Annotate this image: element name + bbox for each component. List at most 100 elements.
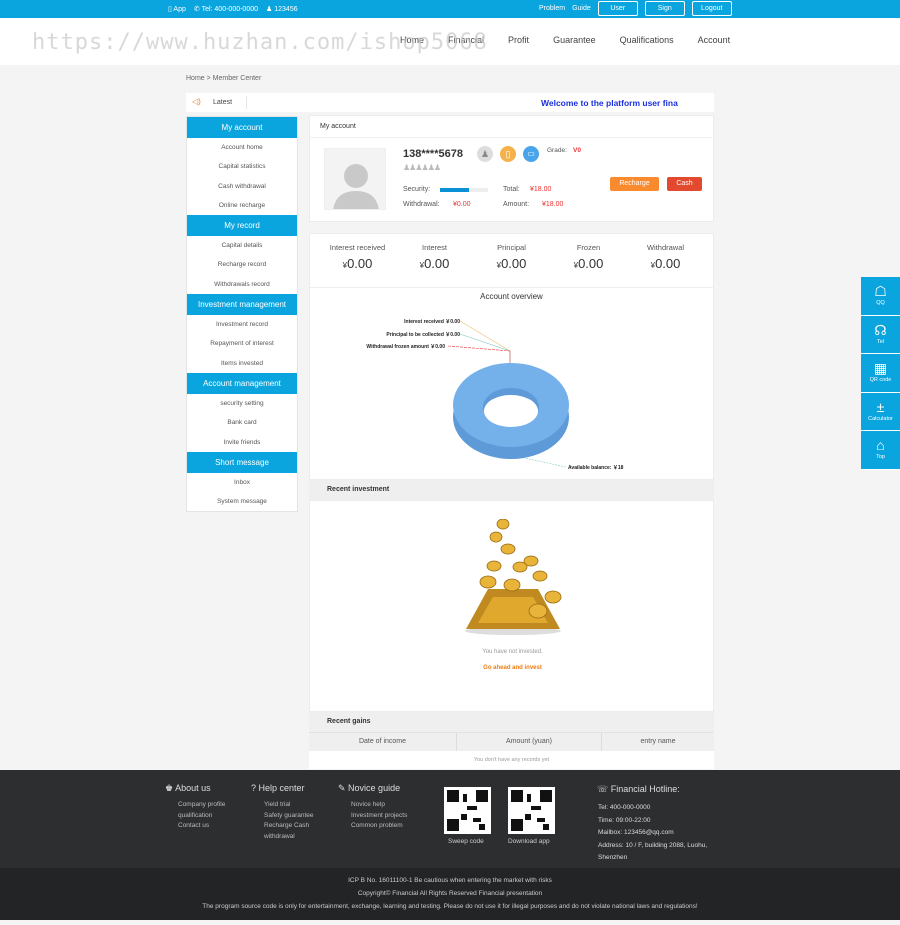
label-interest-received: Interest received ￥0.00	[404, 319, 460, 325]
stat-amount: 0.00	[655, 256, 681, 271]
sidebar-item[interactable]: Account home	[187, 138, 297, 157]
hotline-address: Address: 10 / F, building 2088, Luohu,	[598, 841, 708, 849]
footer-col-icon: ✎	[338, 783, 349, 793]
nav-qualifications[interactable]: Qualifications	[620, 35, 674, 45]
footer-link[interactable]: qualification	[178, 811, 225, 822]
stat-interest-received: Interest received ¥0.00	[319, 243, 396, 271]
identity-icon[interactable]: ♟	[477, 146, 493, 162]
stat-label: Withdrawal	[646, 243, 685, 252]
sidebar-item[interactable]: Investment record	[187, 315, 297, 334]
stat-amount: 0.00	[501, 256, 527, 271]
security-label: Security:	[403, 186, 431, 193]
footer-links: Company profile qualification Contact us	[178, 800, 225, 832]
footer-link[interactable]: Company profile	[178, 800, 225, 811]
sidebar-item[interactable]: Invite friends	[187, 433, 297, 452]
footer-link[interactable]: Common problem	[351, 821, 407, 832]
footer-col-icon: ?	[251, 783, 259, 793]
logout-button[interactable]: Logout	[691, 1, 732, 16]
sidebar-section-header[interactable]: Short message	[187, 451, 297, 473]
hotline-info: Tel: 400-000-0000 Time: 09:00-22:00 Mail…	[598, 802, 707, 865]
download-qr-code	[508, 787, 555, 834]
sidebar-item[interactable]: Capital details	[187, 236, 297, 255]
footer-col-title: ♚ About us	[165, 783, 211, 794]
sidebar-section-header[interactable]: My account	[187, 117, 297, 138]
leader-line-balance	[519, 456, 567, 468]
stat-interest: Interest ¥0.00	[396, 243, 473, 271]
divider	[310, 137, 715, 138]
float-calculator-button[interactable]: ± Calculator	[861, 393, 900, 432]
sidebar-section-header[interactable]: Investment management	[187, 294, 297, 316]
stat-value: ¥0.00	[550, 256, 627, 271]
cash-button[interactable]: Cash	[667, 177, 702, 191]
sidebar-item[interactable]: security setting	[187, 394, 297, 413]
user-button[interactable]: User	[597, 1, 638, 16]
avatar[interactable]	[324, 148, 386, 210]
stat-value: ¥0.00	[627, 256, 704, 271]
footer-bottom: ICP B No. 16011100-1 Be cautious when en…	[0, 868, 900, 920]
sidebar-item[interactable]: Inbox	[187, 473, 297, 492]
footer-link[interactable]: Safety guarantee	[264, 811, 314, 822]
problem-link[interactable]: Problem	[539, 5, 565, 12]
sidebar-item[interactable]: Online recharge	[187, 196, 297, 215]
sidebar-item[interactable]: Capital statistics	[187, 157, 297, 176]
footer-link[interactable]: Investment projects	[351, 811, 407, 822]
total-value: ¥18.00	[530, 186, 552, 193]
latest-label: Latest	[213, 99, 233, 106]
float-tel-button[interactable]: ☊ Tel	[861, 316, 900, 355]
grade-value: V0	[573, 147, 581, 154]
withdrawal-label: Withdrawal:	[403, 201, 440, 208]
gains-table-header: Date of income Amount (yuan) entry name	[309, 732, 714, 751]
card-icon[interactable]: ▭	[523, 146, 539, 162]
float-top-button[interactable]: ⌂ Top	[861, 431, 900, 470]
footer-col-icon: ♚	[165, 783, 176, 793]
nav-profit[interactable]: Profit	[508, 35, 529, 45]
speaker-icon: ◁)	[192, 97, 201, 106]
footer-link[interactable]: Novice help	[351, 800, 407, 811]
footer-link[interactable]: Recharge Cash	[264, 821, 314, 832]
hotline-mailbox: Mailbox: 123456@qq.com	[598, 829, 674, 836]
footer-link[interactable]: Contact us	[178, 821, 225, 832]
sidebar-item[interactable]: Recharge record	[187, 255, 297, 274]
sidebar-item[interactable]: System message	[187, 492, 297, 511]
notice-text[interactable]: Welcome to the platform user fina	[541, 98, 678, 108]
invest-link[interactable]: Go ahead and invest	[310, 665, 715, 671]
stat-withdrawal: Withdrawal ¥0.00	[627, 243, 704, 271]
label-available-balance: Available balance: ￥18	[568, 465, 624, 471]
sidebar-item[interactable]: Bank card	[187, 413, 297, 432]
top-bar: ▯ App ✆ Tel: 400-000-0000 ♟ 123456 Probl…	[0, 0, 900, 18]
sweep-qr-code	[444, 787, 491, 834]
stat-amount: 0.00	[347, 256, 373, 271]
notice-bar: ◁) Latest Welcome to the platform user f…	[186, 93, 714, 112]
footer-links: Novice help Investment projects Common pro…	[351, 800, 407, 832]
sidebar-section-header[interactable]: My record	[187, 215, 297, 237]
total-label: Total:	[503, 186, 520, 193]
sidebar-item[interactable]: Items invested	[187, 354, 297, 373]
app-link[interactable]: ▯ App	[168, 5, 186, 13]
sidebar-item[interactable]: Withdrawals record	[187, 275, 297, 294]
nav-guarantee[interactable]: Guarantee	[553, 35, 596, 45]
float-label: Top	[876, 454, 885, 461]
stat-label: Principal	[497, 243, 526, 252]
float-qr-code-button[interactable]: ▦ QR code	[861, 354, 900, 393]
account-title: My account	[320, 123, 356, 130]
gains-empty-row: You don't have any records yet	[309, 751, 714, 769]
sidebar-item[interactable]: Cash withdrawal	[187, 177, 297, 196]
sign-button[interactable]: Sign	[644, 1, 685, 16]
recharge-button[interactable]: Recharge	[610, 177, 659, 191]
security-bar-fill	[440, 188, 469, 192]
hotline-time: Time: 09:00-22:00	[598, 816, 651, 824]
footer-col-title: ✎ Novice guide	[338, 783, 400, 794]
footer-link[interactable]: Yield trial	[264, 800, 314, 811]
phone-icon[interactable]: ▯	[500, 146, 516, 162]
footer: Sweep code Download app ☏ Financial Hotl…	[0, 770, 900, 868]
sidebar-section-header[interactable]: Account management	[187, 372, 297, 394]
guide-link[interactable]: Guide	[572, 5, 591, 12]
grade-label: Grade:	[547, 147, 567, 154]
footer-link[interactable]: withdrawal	[264, 832, 314, 843]
phone-icon: ☏	[597, 784, 611, 794]
float-qq-button[interactable]: ☖ QQ	[861, 277, 900, 316]
nav-account[interactable]: Account	[698, 35, 731, 45]
sidebar-item[interactable]: Repayment of interest	[187, 334, 297, 353]
amount-value: ¥18.00	[542, 201, 564, 208]
float-icon: ▦	[873, 360, 888, 377]
